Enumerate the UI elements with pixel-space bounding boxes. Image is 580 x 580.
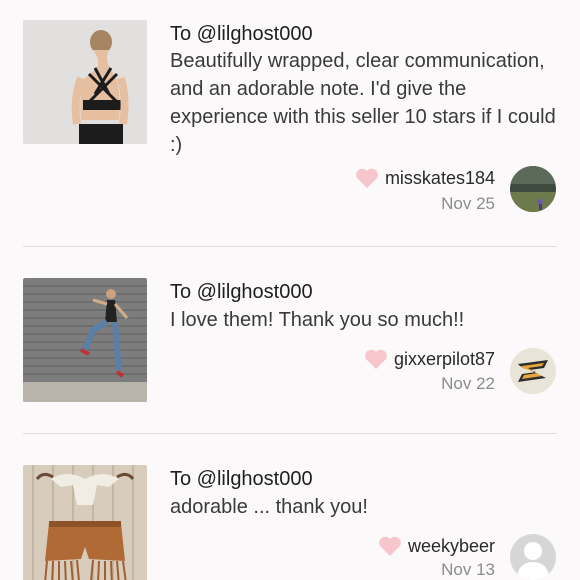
heart-icon[interactable]	[355, 167, 379, 189]
review-message: Beautifully wrapped, clear communication…	[170, 50, 556, 156]
username-link[interactable]: gixxerpilot87	[394, 349, 495, 370]
heart-icon[interactable]	[364, 348, 388, 370]
product-photo-fringe-shorts	[23, 465, 147, 580]
recipient-line: To @lilghost000	[170, 468, 313, 490]
author-row: weekybeer	[378, 533, 495, 559]
user-avatar[interactable]	[510, 534, 556, 580]
reviews-list: To @lilghost000 Beautifully wrapped, cle…	[0, 0, 580, 580]
user-avatar-landscape	[510, 166, 556, 212]
product-photo-sports-bra	[23, 20, 147, 144]
product-thumbnail[interactable]	[23, 20, 147, 144]
author-row: gixxerpilot87	[364, 346, 495, 372]
divider	[23, 246, 557, 247]
heart-icon[interactable]	[378, 535, 402, 557]
username-link[interactable]: misskates184	[385, 168, 495, 189]
review-date: Nov 13	[441, 560, 495, 579]
user-avatar-default	[510, 534, 556, 580]
review-date: Nov 22	[441, 374, 495, 393]
recipient-line: To @lilghost000	[170, 281, 313, 303]
product-photo-leggings	[23, 278, 147, 402]
author-row: misskates184	[355, 165, 495, 191]
user-avatar-logo	[510, 348, 556, 394]
user-avatar[interactable]	[510, 348, 556, 394]
review-message: I love them! Thank you so much!!	[170, 309, 465, 331]
review-date: Nov 25	[441, 194, 495, 213]
user-avatar[interactable]	[510, 166, 556, 212]
divider	[23, 433, 557, 434]
review-message: adorable ... thank you!	[170, 496, 368, 518]
username-link[interactable]: weekybeer	[408, 536, 495, 557]
product-thumbnail[interactable]	[23, 465, 147, 580]
recipient-line: To @lilghost000	[170, 23, 313, 45]
product-thumbnail[interactable]	[23, 278, 147, 402]
